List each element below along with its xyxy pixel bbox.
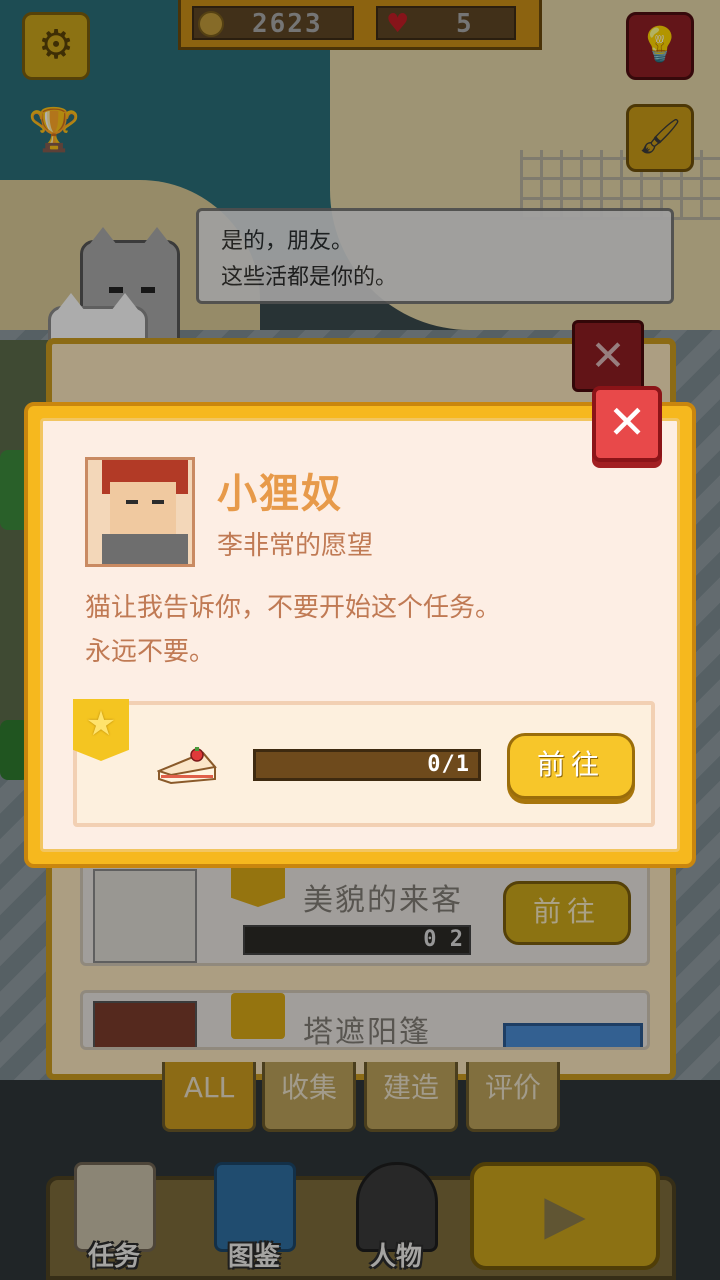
- avatar: [85, 457, 195, 567]
- task-progress-text: 0/1: [427, 752, 470, 777]
- dialog-close-button[interactable]: ✕: [592, 386, 662, 462]
- wish-dialog-body: 小狸奴 李非常的愿望 猫让我告诉你，不要开始这个任务。 永远不要。 ★ 0/1 …: [40, 418, 680, 852]
- wish-subtitle: 李非常的愿望: [217, 531, 374, 561]
- cake-icon: [157, 747, 217, 785]
- wish-description-line-2: 永远不要。: [85, 637, 216, 667]
- star-badge-icon: ★: [73, 699, 129, 761]
- wish-description-line-1: 猫让我告诉你，不要开始这个任务。: [85, 593, 502, 623]
- go-button-label: 前往: [536, 748, 605, 781]
- task-requirement: ★ 0/1 前往: [73, 699, 655, 827]
- go-button[interactable]: 前往: [507, 733, 635, 799]
- task-progress-bar: 0/1: [253, 749, 481, 781]
- character-name: 小狸奴: [217, 471, 343, 517]
- wish-dialog: 小狸奴 李非常的愿望 猫让我告诉你，不要开始这个任务。 永远不要。 ★ 0/1 …: [24, 402, 696, 868]
- close-icon: ✕: [607, 395, 647, 449]
